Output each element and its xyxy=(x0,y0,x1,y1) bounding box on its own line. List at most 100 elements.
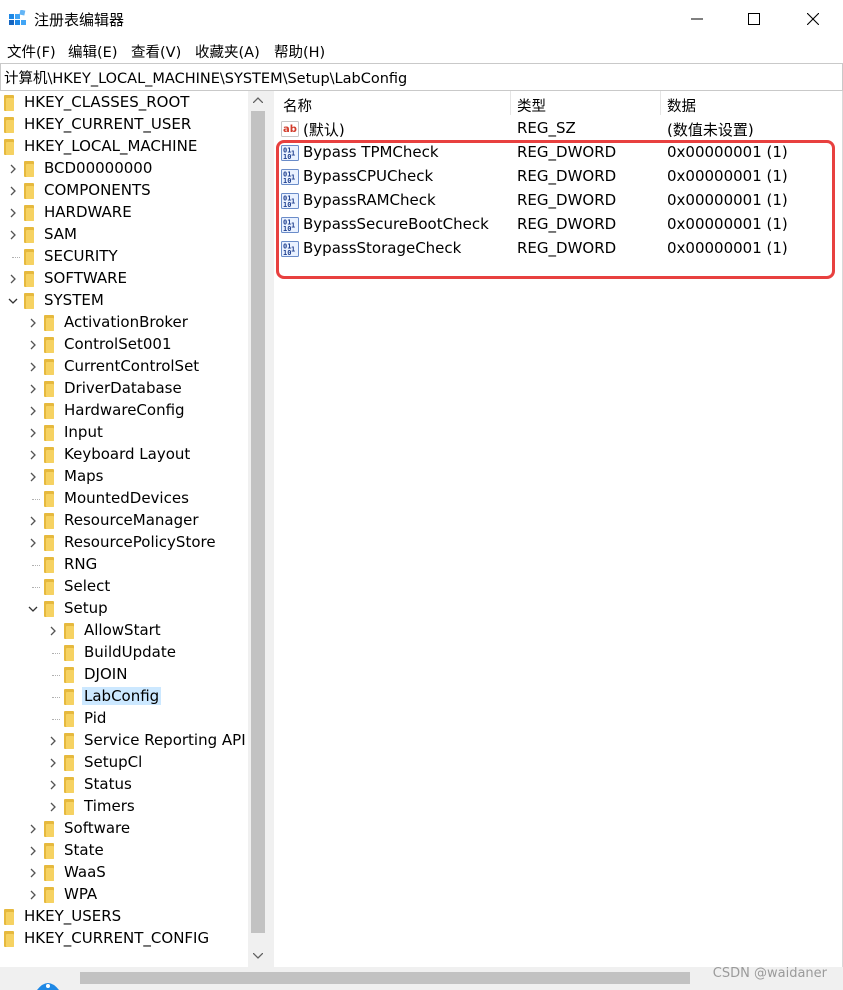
chevron-right-icon[interactable] xyxy=(28,472,38,482)
column-header-data[interactable]: 数据 xyxy=(667,95,696,116)
chevron-right-icon[interactable] xyxy=(28,890,38,900)
tree-item[interactable]: SECURITY xyxy=(0,246,248,268)
tree-item-label[interactable]: Input xyxy=(62,423,105,441)
tree-item[interactable]: Setup xyxy=(0,598,248,620)
tree-item[interactable]: SOFTWARE xyxy=(0,268,248,290)
tree-item-label[interactable]: RNG xyxy=(62,555,99,573)
tree-item[interactable]: Maps xyxy=(0,466,248,488)
tree-item[interactable]: WPA xyxy=(0,884,248,906)
chevron-right-icon[interactable] xyxy=(28,406,38,416)
chevron-right-icon[interactable] xyxy=(28,340,38,350)
chevron-right-icon[interactable] xyxy=(8,186,18,196)
minimize-button[interactable] xyxy=(668,0,726,38)
tree-item-label[interactable]: DJOIN xyxy=(82,665,129,683)
tree-item[interactable]: SYSTEM xyxy=(0,290,248,312)
horizontal-scrollbar-thumb[interactable] xyxy=(80,972,690,984)
chevron-right-icon[interactable] xyxy=(28,362,38,372)
tree-item-label[interactable]: Software xyxy=(62,819,132,837)
tree-item[interactable]: RNG xyxy=(0,554,248,576)
column-divider[interactable] xyxy=(510,91,511,115)
close-button[interactable] xyxy=(784,0,842,38)
tree-item-label[interactable]: MountedDevices xyxy=(62,489,191,507)
tree-item[interactable]: ControlSet001 xyxy=(0,334,248,356)
chevron-right-icon[interactable] xyxy=(28,516,38,526)
tree-item[interactable]: DJOIN xyxy=(0,664,248,686)
tree-item[interactable]: Input xyxy=(0,422,248,444)
tree-item-label[interactable]: AllowStart xyxy=(82,621,163,639)
tree-item[interactable]: BuildUpdate xyxy=(0,642,248,664)
tree-item[interactable]: HKEY_LOCAL_MACHINE xyxy=(0,136,248,158)
tree-item[interactable]: HKEY_USERS xyxy=(0,906,248,928)
chevron-right-icon[interactable] xyxy=(48,758,58,768)
tree-item-label[interactable]: Maps xyxy=(62,467,105,485)
tree-item[interactable]: HKEY_CLASSES_ROOT xyxy=(0,92,248,114)
tree-scrollbar[interactable] xyxy=(248,91,268,967)
tree-item[interactable]: Timers xyxy=(0,796,248,818)
menu-edit[interactable]: 编辑(E) xyxy=(68,41,117,62)
tree-item-label[interactable]: HKEY_USERS xyxy=(22,907,123,925)
menu-view[interactable]: 查看(V) xyxy=(131,41,181,62)
tree-item[interactable]: HKEY_CURRENT_CONFIG xyxy=(0,928,248,950)
chevron-right-icon[interactable] xyxy=(28,538,38,548)
tree-item-label[interactable]: Status xyxy=(82,775,134,793)
tree-item[interactable]: Keyboard Layout xyxy=(0,444,248,466)
scrollbar-thumb[interactable] xyxy=(251,111,265,933)
tree-item-label[interactable]: WaaS xyxy=(62,863,108,881)
chevron-right-icon[interactable] xyxy=(8,208,18,218)
tree-item[interactable]: Service Reporting API xyxy=(0,730,248,752)
chevron-right-icon[interactable] xyxy=(48,626,58,636)
chevron-right-icon[interactable] xyxy=(48,780,58,790)
tree-item[interactable]: BCD00000000 xyxy=(0,158,248,180)
tree-item[interactable]: HARDWARE xyxy=(0,202,248,224)
maximize-button[interactable] xyxy=(725,0,783,38)
tree-item-label[interactable]: SAM xyxy=(42,225,79,243)
tree-item-label[interactable]: Service Reporting API xyxy=(82,731,248,749)
column-divider[interactable] xyxy=(660,91,661,115)
tree-item-label[interactable]: BCD00000000 xyxy=(42,159,154,177)
tree-item[interactable]: LabConfig xyxy=(0,686,248,708)
menu-help[interactable]: 帮助(H) xyxy=(274,41,325,62)
tree-item-label[interactable]: CurrentControlSet xyxy=(62,357,201,375)
tree-item[interactable]: AllowStart xyxy=(0,620,248,642)
tree-item[interactable]: HardwareConfig xyxy=(0,400,248,422)
tree-item[interactable]: MountedDevices xyxy=(0,488,248,510)
tree-item-label[interactable]: ResourcePolicyStore xyxy=(62,533,218,551)
tree-item-label[interactable]: Pid xyxy=(82,709,108,727)
tree-item[interactable]: WaaS xyxy=(0,862,248,884)
address-bar[interactable]: 计算机\HKEY_LOCAL_MACHINE\SYSTEM\Setup\LabC… xyxy=(0,63,843,91)
chevron-right-icon[interactable] xyxy=(28,428,38,438)
tree-item[interactable]: SAM xyxy=(0,224,248,246)
tree-item[interactable]: ResourcePolicyStore xyxy=(0,532,248,554)
tree-item-label[interactable]: SECURITY xyxy=(42,247,120,265)
tree-item-label[interactable]: HKEY_CURRENT_USER xyxy=(22,115,193,133)
tree-item[interactable]: Software xyxy=(0,818,248,840)
tree-item-label[interactable]: HARDWARE xyxy=(42,203,134,221)
chevron-right-icon[interactable] xyxy=(28,824,38,834)
tree-item-label[interactable]: SYSTEM xyxy=(42,291,106,309)
chevron-down-icon[interactable] xyxy=(28,604,38,614)
tree-item-label[interactable]: HKEY_LOCAL_MACHINE xyxy=(22,137,199,155)
tree-item[interactable]: ResourceManager xyxy=(0,510,248,532)
tree-item[interactable]: SetupCl xyxy=(0,752,248,774)
tree-item-label[interactable]: Select xyxy=(62,577,112,595)
menu-favorites[interactable]: 收藏夹(A) xyxy=(195,41,260,62)
tree-item[interactable]: ActivationBroker xyxy=(0,312,248,334)
tree-item[interactable]: HKEY_CURRENT_USER xyxy=(0,114,248,136)
column-header-type[interactable]: 类型 xyxy=(517,95,546,116)
chevron-right-icon[interactable] xyxy=(48,736,58,746)
tree-item[interactable]: Status xyxy=(0,774,248,796)
tree-item-label[interactable]: BuildUpdate xyxy=(82,643,178,661)
chevron-right-icon[interactable] xyxy=(28,846,38,856)
column-header-name[interactable]: 名称 xyxy=(283,95,312,116)
tree-item-label[interactable]: SOFTWARE xyxy=(42,269,129,287)
chevron-right-icon[interactable] xyxy=(28,450,38,460)
chevron-down-icon[interactable] xyxy=(8,296,18,306)
tree-item-label[interactable]: ActivationBroker xyxy=(62,313,190,331)
tree-item-label[interactable]: Timers xyxy=(82,797,137,815)
tree-item[interactable]: DriverDatabase xyxy=(0,378,248,400)
tree-item-label[interactable]: LabConfig xyxy=(82,687,162,705)
chevron-right-icon[interactable] xyxy=(8,164,18,174)
tree-item-label[interactable]: DriverDatabase xyxy=(62,379,184,397)
tree-item-label[interactable]: HKEY_CURRENT_CONFIG xyxy=(22,929,211,947)
tree-item-label[interactable]: Setup xyxy=(62,599,110,617)
